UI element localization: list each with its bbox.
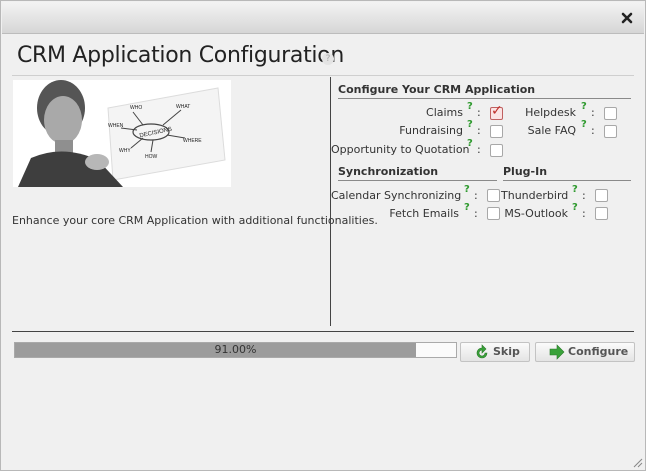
illustration-word-how: HOW — [145, 154, 158, 160]
opportunity-to-quotation-label: Opportunity to Quotation — [331, 143, 470, 156]
close-icon[interactable] — [620, 11, 634, 25]
illustration-word-what: WHAT — [176, 104, 190, 110]
progress-text: 91.00% — [214, 343, 257, 356]
calendar-synchronizing-checkbox[interactable] — [487, 189, 500, 202]
help-marker-fundraising[interactable]: ? — [467, 119, 473, 130]
configure-section-heading: Configure Your CRM Application — [338, 83, 631, 99]
skip-label: Skip — [493, 345, 520, 358]
help-marker-ms-outlook[interactable]: ? — [572, 202, 578, 213]
colon: : — [474, 189, 478, 202]
help-marker-fetch-emails[interactable]: ? — [464, 202, 470, 213]
dialog-titlebar — [2, 2, 644, 34]
thunderbird-label: Thunderbird — [501, 189, 569, 202]
forward-arrow-icon — [549, 344, 565, 360]
footer-divider — [12, 331, 634, 332]
colon: : — [591, 124, 595, 137]
colon: : — [477, 124, 481, 137]
help-marker-opportunity[interactable]: ? — [467, 138, 473, 149]
skip-arrow-icon — [474, 344, 490, 360]
opportunity-to-quotation-checkbox[interactable] — [490, 144, 503, 157]
illustration-word-when: WHEN — [108, 123, 124, 129]
help-marker-claims[interactable]: ? — [467, 101, 473, 112]
configure-button[interactable]: Configure — [535, 342, 635, 362]
fetch-emails-checkbox[interactable] — [487, 207, 500, 220]
skip-button[interactable]: Skip — [460, 342, 530, 362]
page-title: CRM Application Configuration — [17, 43, 345, 68]
sale-faq-checkbox[interactable] — [604, 125, 617, 138]
colon: : — [582, 189, 586, 202]
help-marker-sale-faq[interactable]: ? — [581, 119, 587, 130]
ms-outlook-checkbox[interactable] — [595, 207, 608, 220]
resize-grip-icon[interactable] — [631, 456, 643, 468]
illustration-word-why: WHY — [119, 148, 131, 154]
help-marker-helpdesk[interactable]: ? — [581, 101, 587, 112]
thunderbird-checkbox[interactable] — [595, 189, 608, 202]
help-marker-thunderbird[interactable]: ? — [572, 184, 578, 195]
helpdesk-checkbox[interactable] — [604, 107, 617, 120]
configuration-dialog: CRM Application Configuration ? DECISION… — [0, 0, 646, 471]
sale-faq-label: Sale FAQ — [527, 124, 576, 137]
colon: : — [477, 143, 481, 156]
configure-label: Configure — [568, 345, 629, 358]
claims-label: Claims — [426, 106, 463, 119]
fundraising-label: Fundraising — [399, 124, 463, 137]
colon: : — [582, 207, 586, 220]
question-circle-icon[interactable]: ? — [322, 53, 334, 65]
ms-outlook-label: MS-Outlook — [504, 207, 568, 220]
help-marker-calendar[interactable]: ? — [464, 184, 470, 195]
fetch-emails-label: Fetch Emails — [389, 207, 459, 220]
calendar-synchronizing-label: Calendar Synchronizing — [331, 189, 462, 202]
colon: : — [477, 106, 481, 119]
illustration-word-who: WHO — [130, 105, 142, 111]
synchronization-section-heading: Synchronization — [338, 165, 497, 181]
crm-illustration-image: DECISIONS WHO WHAT WHEN WHY WHERE HOW — [13, 80, 231, 187]
illustration-word-where: WHERE — [183, 138, 202, 144]
plugin-section-heading: Plug-In — [503, 165, 631, 181]
description-text: Enhance your core CRM Application with a… — [12, 214, 378, 227]
title-divider — [12, 75, 634, 76]
colon: : — [474, 207, 478, 220]
colon: : — [591, 106, 595, 119]
helpdesk-label: Helpdesk — [525, 106, 576, 119]
progress-bar: 91.00% — [14, 342, 457, 358]
